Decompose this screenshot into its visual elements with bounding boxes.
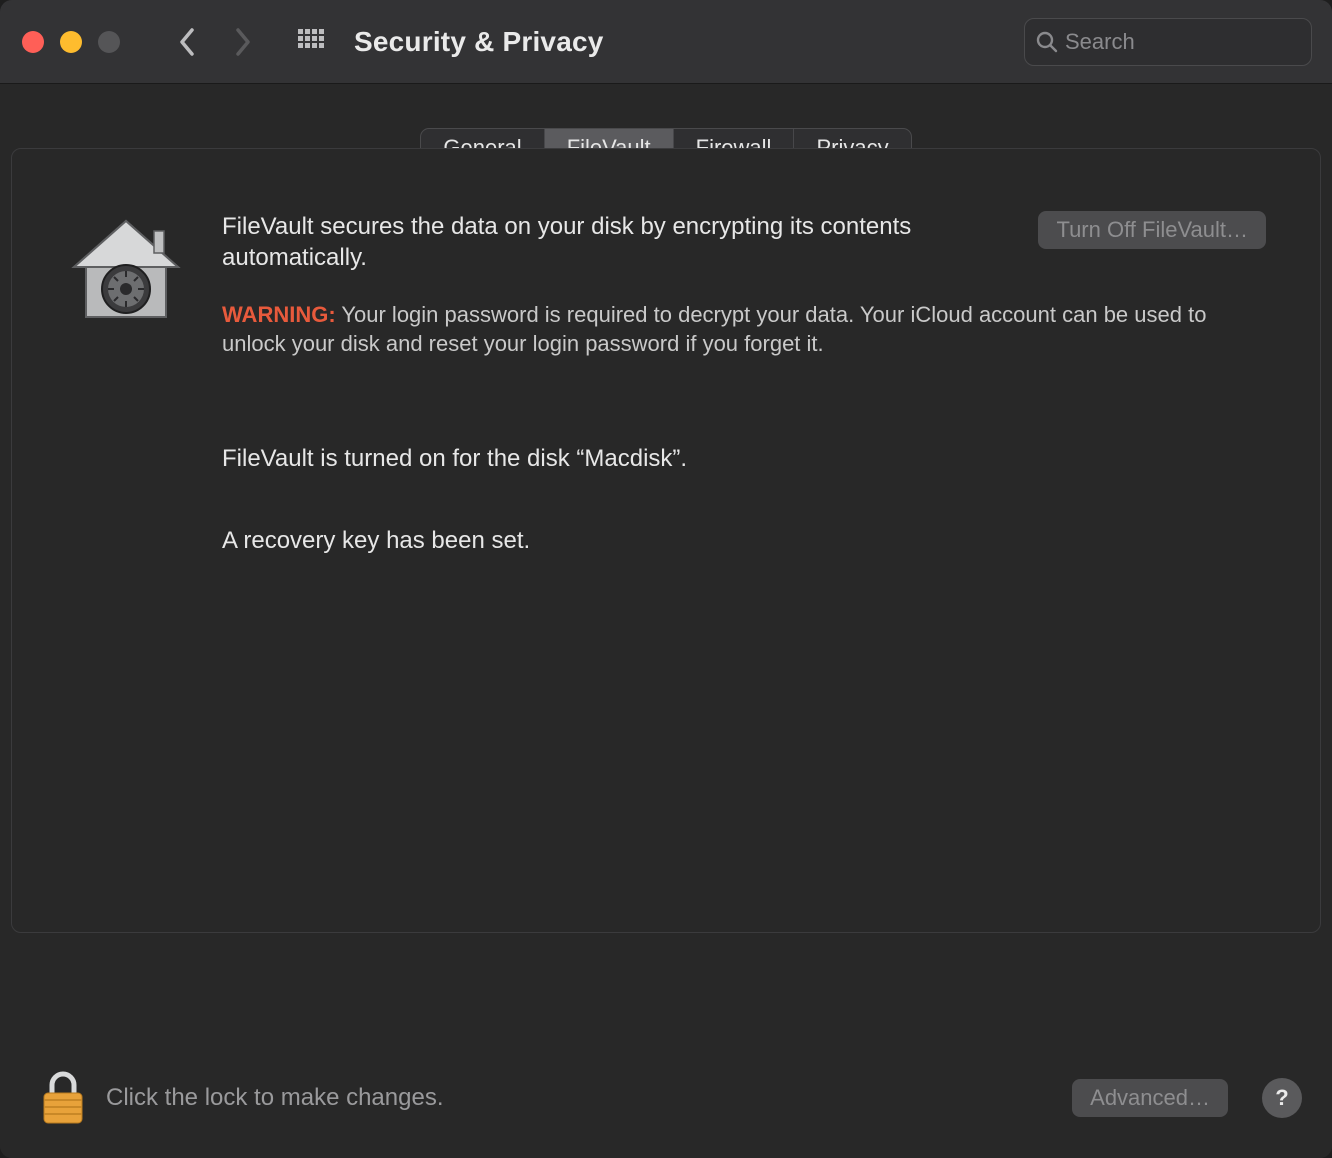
search-input[interactable]	[1065, 29, 1332, 55]
filevault-on-status: FileVault is turned on for the disk “Mac…	[222, 445, 1266, 473]
footer: Click the lock to make changes. Advanced…	[0, 1038, 1332, 1158]
lock-button[interactable]	[40, 1069, 86, 1127]
maximize-button	[98, 31, 120, 53]
show-all-button[interactable]	[296, 27, 326, 57]
window-title: Security & Privacy	[354, 26, 604, 58]
toolbar: Security & Privacy	[0, 0, 1332, 84]
traffic-lights	[22, 31, 120, 53]
lock-hint-text: Click the lock to make changes.	[106, 1084, 1052, 1112]
filevault-description: FileVault secures the data on your disk …	[222, 211, 1008, 273]
advanced-button: Advanced…	[1072, 1079, 1228, 1117]
warning-text: Your login password is required to decry…	[222, 302, 1206, 356]
search-icon	[1035, 30, 1059, 54]
filevault-icon	[66, 217, 186, 555]
search-field-wrap[interactable]	[1024, 18, 1312, 66]
warning-label: WARNING:	[222, 302, 336, 327]
filevault-panel: FileVault secures the data on your disk …	[11, 148, 1321, 933]
forward-button	[228, 27, 258, 57]
nav-arrows	[172, 27, 258, 57]
close-button[interactable]	[22, 31, 44, 53]
turn-off-filevault-button: Turn Off FileVault…	[1038, 211, 1266, 249]
filevault-warning: WARNING: Your login password is required…	[222, 301, 1266, 358]
back-button[interactable]	[172, 27, 202, 57]
minimize-button[interactable]	[60, 31, 82, 53]
preferences-window: Security & Privacy General FileVault Fir…	[0, 0, 1332, 1158]
help-button[interactable]: ?	[1262, 1078, 1302, 1118]
preferences-body: General FileVault Firewall Privacy	[0, 84, 1332, 1158]
recovery-key-status: A recovery key has been set.	[222, 527, 1266, 555]
